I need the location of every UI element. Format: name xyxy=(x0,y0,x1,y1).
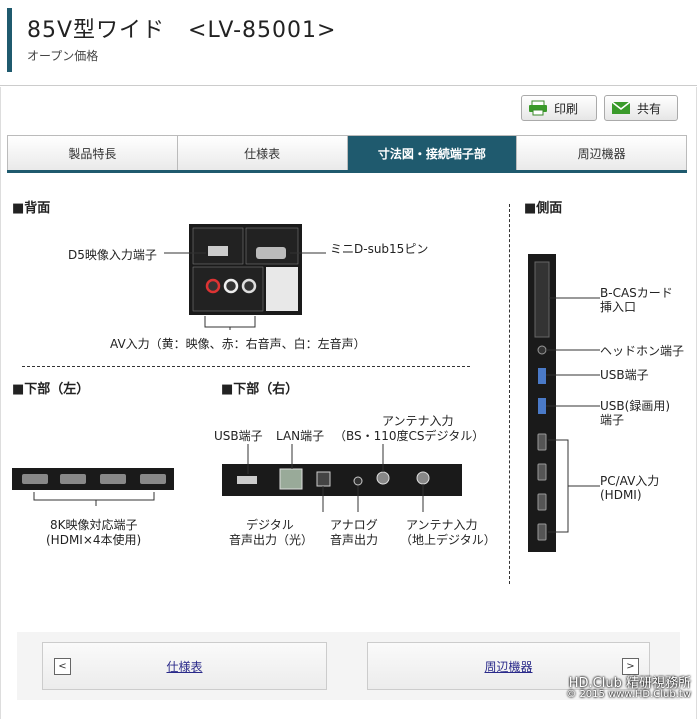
digital-audio-label-2: 音声出力（光） xyxy=(229,533,314,547)
headphone-label: ヘッドホン端子 xyxy=(600,344,685,358)
section-back: ■背面 xyxy=(12,201,51,216)
side-panel-diagram xyxy=(528,254,600,552)
hdmi-label-1: 8K映像対応端子 xyxy=(50,518,138,532)
horizontal-divider xyxy=(22,366,470,367)
bottom-right-diagram xyxy=(222,444,462,512)
section-bottom-left: ■下部（左） xyxy=(12,382,90,397)
bcas-label-1: B-CASカード xyxy=(600,286,673,300)
price-label: オープン価格 xyxy=(27,49,99,63)
tab-features[interactable]: 製品特長 xyxy=(8,136,178,171)
back-panel-diagram xyxy=(164,224,326,330)
usb-port-label: USB端子 xyxy=(214,429,263,443)
d5-label: D5映像入力端子 xyxy=(68,248,157,262)
section-side: ■側面 xyxy=(524,201,563,216)
watermark-line2: © 2015 www.HD.Club.tw xyxy=(566,689,691,700)
bcas-label-2: 挿入口 xyxy=(600,300,637,314)
lan-port-label: LAN端子 xyxy=(276,429,325,443)
antenna-bs-label-2: （BS・110度CSデジタル） xyxy=(334,429,485,443)
page-title: 85V型ワイド <LV-85001> xyxy=(27,18,337,43)
digital-audio-label-1: デジタル xyxy=(246,518,294,532)
usb-rec-label-2: 端子 xyxy=(600,413,625,427)
antenna-bs-label-1: アンテナ入力 xyxy=(382,414,454,428)
printer-icon xyxy=(528,100,548,116)
header-accent-bar xyxy=(7,8,12,72)
pcav-label-1: PC/AV入力 xyxy=(600,474,660,488)
vertical-divider xyxy=(509,204,510,584)
av-input-label: AV入力（黄：映像、赤：右音声、白：左音声） xyxy=(110,337,366,351)
share-label: 共有 xyxy=(637,101,662,116)
tab-bar: 製品特長 仕様表 寸法図・接続端子部 周辺機器 xyxy=(7,135,687,171)
share-button[interactable]: 共有 xyxy=(604,95,678,121)
tab-specs[interactable]: 仕様表 xyxy=(177,136,348,171)
tab-accessories[interactable]: 周辺機器 xyxy=(517,136,686,171)
print-button[interactable]: 印刷 xyxy=(521,95,597,121)
hdmi-label-2: (HDMI×4本使用) xyxy=(46,533,142,547)
mini-dsub-label: ミニD-sub15ピン xyxy=(330,242,429,256)
pcav-label-2: (HDMI) xyxy=(600,488,642,502)
next-link-label[interactable]: 周辺機器 xyxy=(484,658,532,675)
bottom-left-hdmi-diagram xyxy=(12,468,174,506)
prev-page-link[interactable]: 仕様表 xyxy=(42,642,327,690)
analog-audio-label-1: アナログ xyxy=(330,518,378,532)
section-bottom-right: ■下部（右） xyxy=(221,382,299,397)
prev-arrow-icon[interactable]: < xyxy=(54,658,71,675)
antenna-terrestrial-label-2: （地上デジタル） xyxy=(400,533,496,547)
analog-audio-label-2: 音声出力 xyxy=(330,533,379,547)
usb-rec-label-1: USB(録画用) xyxy=(600,399,670,413)
mail-icon xyxy=(611,100,631,116)
side-usb-label: USB端子 xyxy=(600,368,649,382)
print-label: 印刷 xyxy=(554,101,579,116)
prev-link-label[interactable]: 仕様表 xyxy=(166,658,202,675)
antenna-terrestrial-label-1: アンテナ入力 xyxy=(406,518,478,532)
product-header: 85V型ワイド <LV-85001> オープン価格 xyxy=(0,0,697,86)
tab-underline xyxy=(7,170,687,173)
tab-dimensions[interactable]: 寸法図・接続端子部 xyxy=(347,136,518,171)
